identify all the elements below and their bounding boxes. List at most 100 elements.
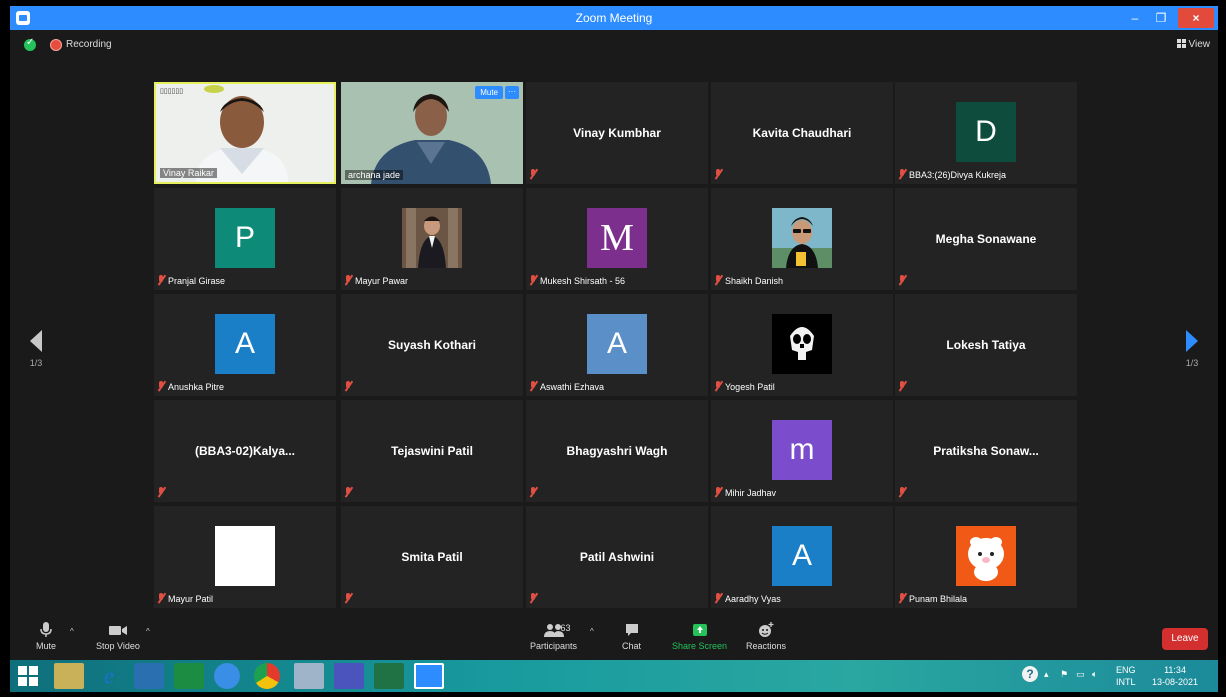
participant-tile[interactable]: A Aaradhy Vyas	[711, 506, 893, 608]
participant-avatar: A	[587, 314, 647, 374]
restore-button[interactable]: ❐	[1148, 8, 1174, 28]
participant-tile[interactable]: Suyash Kothari	[341, 294, 523, 396]
zoom-taskbar-icon[interactable]	[414, 663, 444, 689]
help-icon[interactable]: ?	[1022, 666, 1038, 682]
mic-muted-icon	[345, 381, 352, 391]
participant-tile[interactable]: Pratiksha Sonaw...	[895, 400, 1077, 502]
meeting-area: Recording View 1/3 1/3 ▯▯▯▯▯▯ Vinay Raik…	[10, 30, 1218, 628]
store-icon[interactable]	[174, 663, 204, 689]
participant-tile[interactable]: Lokesh Tatiya	[895, 294, 1077, 396]
participants-caret-icon[interactable]: ^	[590, 627, 594, 636]
arrow-left-icon	[30, 330, 42, 352]
participant-name-label	[715, 169, 725, 181]
participant-display-name: Bhagyashri Wagh	[566, 444, 668, 458]
participant-tile[interactable]: A Aswathi Ezhava	[526, 294, 708, 396]
participant-avatar	[772, 314, 832, 374]
flag-icon[interactable]: ⚑	[1060, 668, 1068, 680]
next-page-button[interactable]: 1/3	[1172, 330, 1212, 368]
participant-tile[interactable]: Tejaswini Patil	[341, 400, 523, 502]
mic-muted-icon	[715, 381, 722, 391]
participant-avatar: M	[587, 208, 647, 268]
close-button[interactable]: ×	[1178, 8, 1214, 28]
mute-participant-button[interactable]: Mute	[475, 86, 503, 99]
clock[interactable]: 11:34 13-08-2021	[1152, 664, 1198, 688]
participant-tile[interactable]: P Pranjal Girase	[154, 188, 336, 290]
participant-name-label	[345, 381, 355, 393]
teams-icon[interactable]	[334, 663, 364, 689]
previous-page-button[interactable]: 1/3	[16, 330, 56, 368]
mute-button[interactable]: Mute	[36, 622, 56, 651]
network-icon[interactable]: ▭	[1076, 668, 1085, 680]
participant-name-label: Mayur Patil	[158, 593, 213, 605]
participant-tile[interactable]: Mayur Pawar	[341, 188, 523, 290]
microphone-icon	[40, 622, 52, 637]
participant-name-label	[899, 487, 909, 499]
participant-display-name: Suyash Kothari	[387, 338, 477, 352]
participant-tile[interactable]: Punam Bhilala	[895, 506, 1077, 608]
tray-chevron-icon[interactable]: ▴	[1044, 668, 1049, 680]
participant-tile[interactable]: Yogesh Patil	[711, 294, 893, 396]
system-tray: ? ▴ ⚑ ▭ 🔈︎ ENG INTL 11:34 13-08-2021	[1022, 664, 1212, 688]
encryption-shield-icon[interactable]	[24, 37, 36, 51]
mic-muted-icon	[158, 487, 165, 497]
language-indicator[interactable]: ENG INTL	[1116, 664, 1136, 688]
participant-name-label: Mihir Jadhav	[715, 487, 776, 499]
participant-display-name: Lokesh Tatiya	[946, 338, 1026, 352]
mic-muted-icon	[899, 593, 906, 603]
participant-name-label: Aswathi Ezhava	[530, 381, 604, 393]
file-explorer-icon[interactable]	[54, 663, 84, 689]
participant-tile[interactable]: Kavita Chaudhari	[711, 82, 893, 184]
windows-start-icon[interactable]	[18, 666, 38, 686]
mute-label: Mute	[36, 641, 57, 651]
participant-display-name: Pratiksha Sonaw...	[933, 444, 1039, 458]
participant-tile[interactable]: M Mukesh Shirsath - 56	[526, 188, 708, 290]
participant-tile[interactable]: Smita Patil	[341, 506, 523, 608]
reactions-button[interactable]: Reactions	[746, 622, 786, 651]
internet-explorer-icon[interactable]: e	[94, 663, 124, 689]
meeting-toolbar: Mute ^ Stop Video ^ 63 Participants ^ Ch…	[10, 618, 1218, 660]
participant-tile[interactable]: Bhagyashri Wagh	[526, 400, 708, 502]
participant-display-name: Patil Ashwini	[579, 550, 655, 564]
mic-muted-icon	[530, 275, 537, 285]
share-screen-button[interactable]: Share Screen	[672, 622, 727, 651]
participant-tile[interactable]: Mayur Patil	[154, 506, 336, 608]
participant-tile-video[interactable]: ▯▯▯▯▯▯ Vinay Raikar	[154, 82, 336, 184]
participant-tile[interactable]: Shaikh Danish	[711, 188, 893, 290]
view-button[interactable]: View	[1176, 39, 1210, 50]
participant-avatar	[215, 526, 275, 586]
chat-label: Chat	[622, 641, 642, 651]
participant-tile[interactable]: A Anushka Pitre	[154, 294, 336, 396]
participant-tile[interactable]: Vinay Kumbhar	[526, 82, 708, 184]
minimize-button[interactable]: –	[1122, 8, 1148, 28]
participant-display-name: Tejaswini Patil	[391, 444, 473, 458]
participant-tile[interactable]: Patil Ashwini	[526, 506, 708, 608]
participant-tile[interactable]: m Mihir Jadhav	[711, 400, 893, 502]
gallery-grid-icon	[1176, 39, 1186, 48]
leave-button[interactable]: Leave	[1162, 628, 1208, 650]
media-app-icon[interactable]	[294, 663, 324, 689]
participant-name-label	[899, 381, 909, 393]
video-options-caret-icon[interactable]: ^	[146, 627, 150, 636]
participant-tile-video[interactable]: Mute ··· archana jade	[341, 82, 523, 184]
participant-name-label	[345, 593, 355, 605]
mic-muted-icon	[715, 593, 722, 603]
audio-options-caret-icon[interactable]: ^	[70, 627, 74, 636]
recording-label: Recording	[66, 39, 112, 50]
participant-name-label	[530, 169, 540, 181]
participant-tile[interactable]: D BBA3:(26)Divya Kukreja	[895, 82, 1077, 184]
chat-button[interactable]: Chat	[622, 622, 641, 651]
excel-icon[interactable]	[374, 663, 404, 689]
participants-button[interactable]: 63 Participants	[530, 622, 577, 651]
more-options-button[interactable]: ···	[505, 86, 519, 99]
stop-video-button[interactable]: Stop Video	[96, 622, 140, 651]
chrome-icon[interactable]	[254, 663, 280, 689]
mic-muted-icon	[345, 275, 352, 285]
mail-icon[interactable]	[134, 663, 164, 689]
participant-tile[interactable]: (BBA3-02)Kalya...	[154, 400, 336, 502]
participant-tile[interactable]: Megha Sonawane	[895, 188, 1077, 290]
mic-muted-icon	[345, 593, 352, 603]
edge-icon[interactable]	[214, 663, 240, 689]
mic-muted-icon	[715, 169, 722, 179]
participant-name-label: BBA3:(26)Divya Kukreja	[899, 169, 1006, 181]
volume-icon[interactable]: 🔈︎	[1092, 668, 1097, 680]
